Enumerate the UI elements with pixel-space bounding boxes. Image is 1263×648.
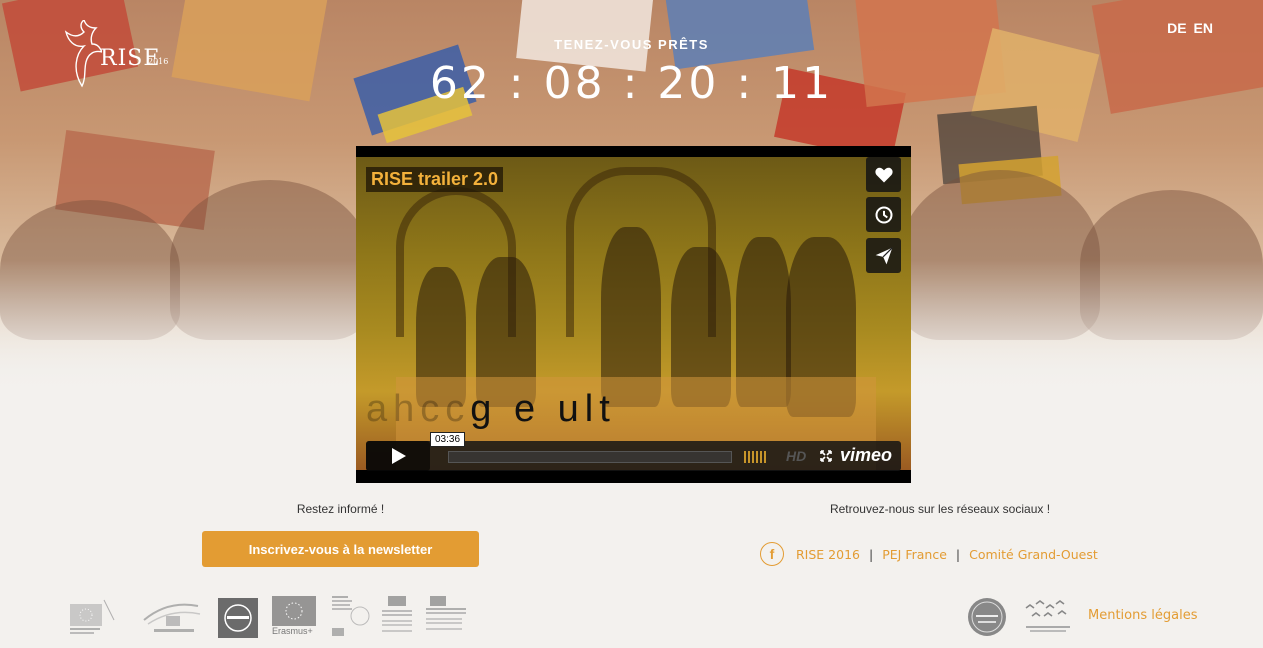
video-caption-text: g e ult <box>470 388 616 430</box>
republique-logo[interactable] <box>380 596 414 638</box>
countdown-timer: 62 : 08 : 20 : 11 <box>429 58 834 109</box>
lang-en[interactable]: EN <box>1194 20 1213 36</box>
fullscreen-icon[interactable] <box>820 450 832 462</box>
legal-notice-link[interactable]: Mentions légales <box>1088 608 1197 623</box>
social-link-pej[interactable]: PEJ France <box>882 547 947 562</box>
clock-icon <box>875 206 892 223</box>
social-links: f RISE 2016 | PEJ France | Comité Grand-… <box>760 542 1098 566</box>
video-caption: ahccg e ult <box>366 388 616 431</box>
separator: | <box>869 546 874 562</box>
vimeo-logo[interactable]: vimeo <box>840 445 892 466</box>
ministere-2-logo[interactable] <box>426 596 466 638</box>
video-title[interactable]: RISE trailer 2.0 <box>366 167 504 192</box>
video-player[interactable]: RISE trailer 2.0 ahccg e ult HD vimeo 03… <box>356 146 911 483</box>
lang-de[interactable]: DE <box>1167 20 1186 36</box>
play-icon <box>392 448 406 464</box>
newsletter-heading: Restez informé ! <box>296 502 385 516</box>
heart-icon <box>874 167 893 182</box>
watch-later-button[interactable] <box>866 197 901 232</box>
separator: | <box>955 546 961 562</box>
video-caption-ghost: ahcc <box>366 388 471 430</box>
eu-commission-logo[interactable] <box>66 596 116 638</box>
social-link-rise[interactable]: RISE 2016 <box>796 547 860 562</box>
hd-toggle[interactable]: HD <box>786 448 806 464</box>
facebook-icon[interactable]: f <box>760 542 784 566</box>
birds-logo[interactable] <box>1022 596 1074 638</box>
parliament-logo[interactable] <box>138 596 210 638</box>
like-button[interactable] <box>866 157 901 192</box>
progress-bar[interactable] <box>448 451 732 463</box>
send-icon <box>875 246 893 264</box>
countdown-label: TENEZ-VOUS PRÊTS <box>554 37 709 52</box>
time-tooltip: 03:36 <box>430 432 466 447</box>
social-link-comite[interactable]: Comité Grand-Ouest <box>969 547 1098 562</box>
erasmus-label: Erasmus+ <box>272 626 313 636</box>
ministere-logo[interactable] <box>332 596 372 638</box>
volume-control[interactable] <box>744 451 766 463</box>
comite-seal-icon[interactable] <box>966 596 1008 638</box>
newsletter-button[interactable]: Inscrivez-vous à la newsletter <box>202 531 479 567</box>
language-switcher: DE EN <box>1167 20 1213 36</box>
share-button[interactable] <box>866 238 901 273</box>
footer-logo-3[interactable] <box>218 596 258 638</box>
social-heading: Retrouvez-nous sur les réseaux sociaux ! <box>829 502 1051 516</box>
play-button[interactable] <box>366 441 430 471</box>
